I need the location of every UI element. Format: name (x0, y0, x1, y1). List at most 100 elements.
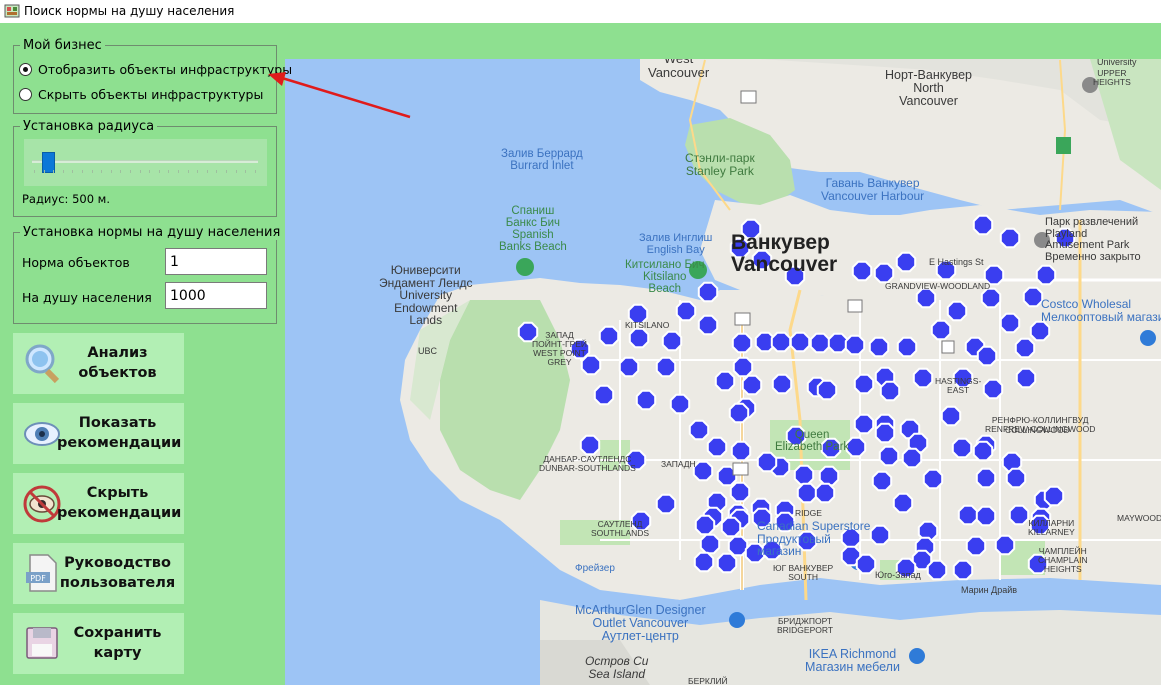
infrastructure-marker[interactable] (952, 559, 974, 581)
infrastructure-marker[interactable] (706, 436, 728, 458)
infrastructure-marker[interactable] (818, 465, 840, 487)
infrastructure-marker[interactable] (635, 389, 657, 411)
infrastructure-marker[interactable] (957, 504, 979, 526)
infrastructure-marker[interactable] (871, 470, 893, 492)
infrastructure-marker[interactable] (874, 422, 896, 444)
infrastructure-marker[interactable] (999, 227, 1021, 249)
infrastructure-marker[interactable] (669, 393, 691, 415)
infrastructure-marker[interactable] (901, 447, 923, 469)
infrastructure-marker[interactable] (1014, 337, 1036, 359)
infrastructure-marker[interactable] (732, 356, 754, 378)
infrastructure-marker[interactable] (688, 419, 710, 441)
map-view[interactable]: West Vancouver Норт-Ванкувер North Vanco… (285, 59, 1161, 685)
infrastructure-marker[interactable] (731, 332, 753, 354)
infrastructure-marker[interactable] (692, 460, 714, 482)
population-input[interactable]: 1000 (165, 282, 267, 309)
infrastructure-marker[interactable] (976, 345, 998, 367)
infrastructure-marker[interactable] (895, 251, 917, 273)
radio-show-indicator[interactable] (19, 63, 32, 76)
infrastructure-marker[interactable] (951, 437, 973, 459)
infrastructure-marker[interactable] (926, 559, 948, 581)
infrastructure-marker[interactable] (728, 402, 750, 424)
infrastructure-marker[interactable] (1029, 320, 1051, 342)
infrastructure-marker[interactable] (809, 332, 831, 354)
user-guide-button[interactable]: PDF Руководство пользователя (13, 543, 184, 604)
infrastructure-marker[interactable] (972, 440, 994, 462)
infrastructure-marker[interactable] (796, 482, 818, 504)
infrastructure-marker[interactable] (727, 535, 749, 557)
infrastructure-marker[interactable] (912, 367, 934, 389)
slider-tick (254, 170, 256, 173)
infrastructure-marker[interactable] (1043, 485, 1065, 507)
infrastructure-marker[interactable] (716, 552, 738, 574)
infrastructure-marker[interactable] (980, 287, 1002, 309)
infrastructure-marker[interactable] (729, 481, 751, 503)
infrastructure-marker[interactable] (975, 505, 997, 527)
infrastructure-marker[interactable] (598, 325, 620, 347)
infrastructure-marker[interactable] (694, 514, 716, 536)
infrastructure-marker[interactable] (999, 312, 1021, 334)
radio-show-infrastructure[interactable]: Отобразить объекты инфраструктуры (19, 62, 292, 77)
infrastructure-marker[interactable] (789, 331, 811, 353)
infrastructure-marker[interactable] (1035, 264, 1057, 286)
infrastructure-marker[interactable] (593, 384, 615, 406)
infrastructure-marker[interactable] (853, 413, 875, 435)
infrastructure-marker[interactable] (741, 374, 763, 396)
infrastructure-marker[interactable] (878, 445, 900, 467)
infrastructure-marker[interactable] (814, 482, 836, 504)
infrastructure-marker[interactable] (730, 440, 752, 462)
infrastructure-marker[interactable] (868, 336, 890, 358)
infrastructure-marker[interactable] (628, 327, 650, 349)
infrastructure-marker[interactable] (972, 214, 994, 236)
infrastructure-marker[interactable] (827, 332, 849, 354)
infrastructure-marker[interactable] (793, 464, 815, 486)
infrastructure-marker[interactable] (1015, 367, 1037, 389)
infrastructure-marker[interactable] (1022, 286, 1044, 308)
infrastructure-marker[interactable] (618, 356, 640, 378)
hide-recommendations-button[interactable]: Скрыть рекомендации (13, 473, 184, 534)
infrastructure-marker[interactable] (693, 551, 715, 573)
infrastructure-marker[interactable] (1008, 504, 1030, 526)
infrastructure-marker[interactable] (994, 534, 1016, 556)
infrastructure-marker[interactable] (697, 314, 719, 336)
slider-tick (139, 170, 141, 173)
radio-hide-indicator[interactable] (19, 88, 32, 101)
infrastructure-marker[interactable] (853, 373, 875, 395)
infrastructure-marker[interactable] (816, 379, 838, 401)
map-label-costco: Costco Wholesal Мелкооптовый магазин (1041, 297, 1161, 324)
infrastructure-marker[interactable] (770, 331, 792, 353)
infrastructure-marker[interactable] (661, 330, 683, 352)
analyze-objects-button[interactable]: Анализ объектов (13, 333, 184, 394)
objects-norm-input[interactable]: 1 (165, 248, 267, 275)
infrastructure-marker[interactable] (699, 533, 721, 555)
infrastructure-marker[interactable] (975, 467, 997, 489)
infrastructure-marker[interactable] (873, 262, 895, 284)
infrastructure-marker[interactable] (940, 405, 962, 427)
infrastructure-marker[interactable] (720, 516, 742, 538)
infrastructure-marker[interactable] (845, 436, 867, 458)
infrastructure-marker[interactable] (922, 468, 944, 490)
infrastructure-marker[interactable] (982, 378, 1004, 400)
show-recommendations-button[interactable]: Показать рекомендации (13, 403, 184, 464)
infrastructure-marker[interactable] (896, 336, 918, 358)
infrastructure-marker[interactable] (851, 260, 873, 282)
infrastructure-marker[interactable] (946, 300, 968, 322)
infrastructure-marker[interactable] (844, 334, 866, 356)
infrastructure-marker[interactable] (930, 319, 952, 341)
infrastructure-marker[interactable] (965, 535, 987, 557)
infrastructure-marker[interactable] (771, 373, 793, 395)
infrastructure-marker[interactable] (869, 524, 891, 546)
infrastructure-marker[interactable] (915, 287, 937, 309)
infrastructure-marker[interactable] (714, 370, 736, 392)
infrastructure-marker[interactable] (879, 380, 901, 402)
infrastructure-marker[interactable] (1005, 467, 1027, 489)
infrastructure-marker[interactable] (579, 434, 601, 456)
infrastructure-marker[interactable] (655, 493, 677, 515)
infrastructure-marker[interactable] (756, 451, 778, 473)
infrastructure-marker[interactable] (892, 492, 914, 514)
radius-slider-track[interactable] (32, 160, 258, 163)
radio-hide-infrastructure[interactable]: Скрыть объекты инфраструктуры (19, 87, 263, 102)
save-map-button[interactable]: Сохранить карту (13, 613, 184, 674)
infrastructure-marker[interactable] (675, 300, 697, 322)
infrastructure-marker[interactable] (655, 356, 677, 378)
